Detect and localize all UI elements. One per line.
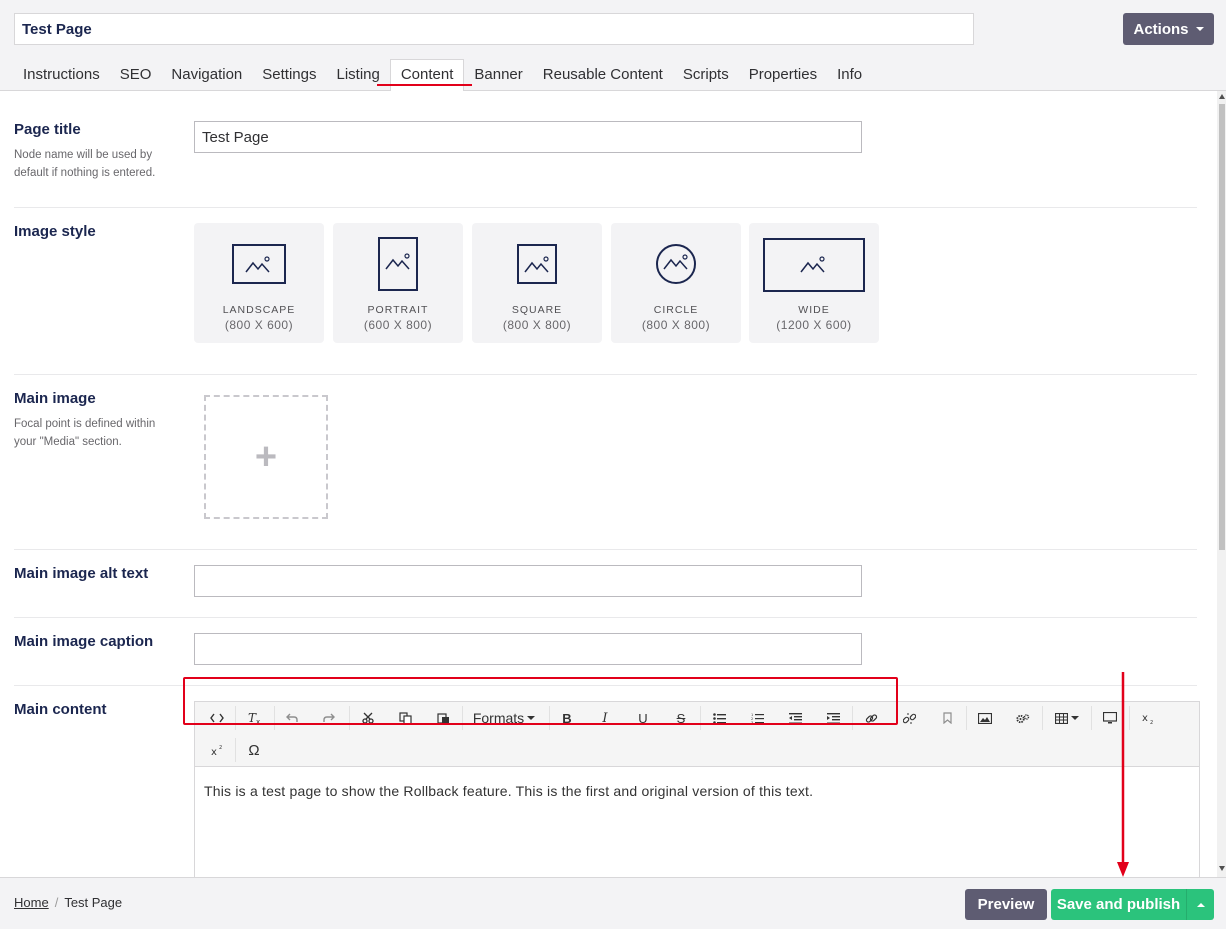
style-name: LANDSCAPE <box>222 304 296 316</box>
table-dropdown[interactable] <box>1047 704 1087 732</box>
rte-content-area[interactable]: This is a test page to show the Rollback… <box>195 767 1199 877</box>
anchor-icon[interactable] <box>933 704 961 732</box>
node-name-input[interactable] <box>14 13 974 45</box>
actions-button[interactable]: Actions <box>1123 13 1214 45</box>
tab-instructions[interactable]: Instructions <box>13 59 110 91</box>
style-size: (600 X 800) <box>363 318 433 332</box>
image-style-portrait[interactable]: PORTRAIT (600 X 800) <box>333 223 463 343</box>
scrollbar-thumb[interactable] <box>1219 104 1225 550</box>
divider <box>14 207 1197 208</box>
wide-icon <box>763 238 865 292</box>
breadcrumb-home-link[interactable]: Home <box>14 895 49 910</box>
divider <box>14 374 1197 375</box>
style-size: (800 X 800) <box>641 318 711 332</box>
rich-text-editor: Tx Formats B I U S 1 2 3 x 2 x 2 Ω This … <box>194 701 1200 877</box>
style-name: PORTRAIT <box>367 304 429 316</box>
image-style-wide[interactable]: WIDE (1200 X 600) <box>749 223 879 343</box>
tab-bar: Instructions SEO Navigation Settings Lis… <box>13 59 872 92</box>
page-title-input[interactable] <box>194 121 862 153</box>
toolbar-separator <box>1042 706 1043 730</box>
divider <box>14 549 1197 550</box>
content-paragraph: This is a test page to show the Rollback… <box>204 783 814 799</box>
tab-content[interactable]: Content <box>389 59 465 92</box>
save-options-button[interactable] <box>1186 889 1214 920</box>
scroll-up-icon[interactable] <box>1219 94 1225 99</box>
square-icon <box>517 244 557 284</box>
caret-down-icon <box>1071 716 1079 720</box>
main-image-picker[interactable]: + <box>204 395 328 519</box>
style-size: (1200 X 600) <box>776 318 852 332</box>
tab-banner[interactable]: Banner <box>464 59 532 91</box>
editor-footer: Home / Test Page Preview Save and publish <box>0 877 1226 929</box>
main-image-description: Focal point is defined within your "Medi… <box>14 418 156 448</box>
plus-icon: + <box>254 435 278 478</box>
macro-gears-icon[interactable] <box>1009 704 1037 732</box>
image-icon[interactable] <box>971 704 999 732</box>
image-style-circle[interactable]: CIRCLE (800 X 800) <box>611 223 741 343</box>
main-image-caption-input[interactable] <box>194 633 862 665</box>
main-image-alt-input[interactable] <box>194 565 862 597</box>
landscape-icon <box>232 244 286 284</box>
special-character-icon[interactable]: Ω <box>240 736 268 764</box>
text-highlight-annotation <box>183 677 898 725</box>
tab-properties[interactable]: Properties <box>739 59 827 91</box>
tab-navigation[interactable]: Navigation <box>161 59 252 91</box>
tab-scripts[interactable]: Scripts <box>673 59 739 91</box>
table-icon <box>1055 712 1068 724</box>
svg-text:x: x <box>1142 713 1148 724</box>
svg-text:2: 2 <box>1150 720 1153 724</box>
style-name: CIRCLE <box>653 304 699 316</box>
caret-up-icon <box>1196 902 1205 907</box>
style-size: (800 X 800) <box>502 318 572 332</box>
svg-text:x: x <box>211 747 217 756</box>
tab-settings[interactable]: Settings <box>252 59 326 91</box>
main-image-label: Main image <box>14 390 96 407</box>
save-and-publish-button[interactable]: Save and publish <box>1051 889 1186 920</box>
main-content-label: Main content <box>14 701 107 718</box>
image-style-square[interactable]: SQUARE (800 X 800) <box>472 223 602 343</box>
circle-icon <box>656 244 696 284</box>
toolbar-separator <box>235 738 236 762</box>
superscript-icon[interactable]: x2 <box>203 736 231 764</box>
breadcrumb-separator: / <box>54 895 59 910</box>
main-image-alt-label: Main image alt text <box>14 565 149 582</box>
tab-seo[interactable]: SEO <box>110 59 162 91</box>
unlink-icon[interactable] <box>895 704 923 732</box>
main-image-caption-label: Main image caption <box>14 633 154 650</box>
page-title-description: Node name will be used by default if not… <box>14 149 156 179</box>
editor-header: Actions Instructions SEO Navigation Sett… <box>0 0 1226 92</box>
divider <box>14 617 1197 618</box>
arrow-annotation-icon <box>1117 672 1129 877</box>
breadcrumb-current: Test Page <box>64 895 123 910</box>
tab-reusable-content[interactable]: Reusable Content <box>533 59 673 91</box>
content-panel: Page title Node name will be used by def… <box>0 91 1217 877</box>
svg-text:2: 2 <box>219 745 222 751</box>
style-name: WIDE <box>798 304 830 316</box>
toolbar-separator <box>1091 706 1092 730</box>
breadcrumb: Home / Test Page <box>14 895 122 910</box>
actions-label: Actions <box>1133 20 1189 38</box>
image-style-landscape[interactable]: LANDSCAPE (800 X 600) <box>194 223 324 343</box>
image-style-label: Image style <box>14 223 96 240</box>
tab-info[interactable]: Info <box>827 59 872 91</box>
active-tab-annotation <box>377 84 472 86</box>
portrait-icon <box>378 237 418 291</box>
style-size: (800 X 600) <box>224 318 294 332</box>
style-name: SQUARE <box>511 304 563 316</box>
toolbar-separator <box>966 706 967 730</box>
caret-down-icon <box>1195 27 1204 31</box>
page-title-label: Page title <box>14 121 81 138</box>
tab-listing[interactable]: Listing <box>326 59 389 91</box>
subscript-icon[interactable]: x2 <box>1134 704 1162 732</box>
preview-button[interactable]: Preview <box>965 889 1047 920</box>
scroll-down-icon[interactable] <box>1219 866 1225 871</box>
